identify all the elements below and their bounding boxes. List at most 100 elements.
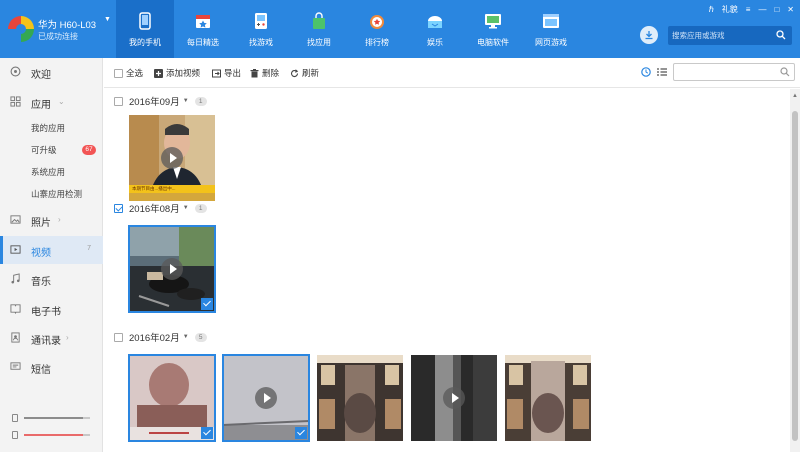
group-date[interactable]: 2016年08月: [129, 201, 180, 215]
sidebar-item-apps[interactable]: 应用 ⌄: [0, 88, 103, 116]
plus-icon: [154, 68, 163, 78]
list-view-icon[interactable]: [657, 67, 667, 77]
filter-box: [673, 63, 795, 81]
sidebar-item-sms[interactable]: 短信: [0, 353, 103, 381]
chevron-right-icon: ›: [66, 333, 69, 342]
sidebar: 欢迎 应用 ⌄ 我的应用 可升级 系统应用 山寨应用检测 67 照片 › 视频 …: [0, 58, 103, 452]
group-checkbox[interactable]: [114, 332, 123, 342]
sidebar-item-photos[interactable]: 照片 ›: [0, 206, 103, 234]
sidebar-item-welcome[interactable]: 欢迎: [0, 58, 103, 86]
chevron-down-icon: ⌄: [58, 97, 65, 106]
delete-button[interactable]: 删除: [250, 67, 279, 79]
sidebar-item-music[interactable]: 音乐: [0, 265, 103, 293]
trash-icon: [250, 68, 259, 77]
nav-my-phone[interactable]: 我的手机: [116, 0, 174, 58]
nav-pc-software[interactable]: 电脑软件: [464, 0, 522, 58]
group-date[interactable]: 2016年02月: [129, 330, 180, 344]
video-thumbnail[interactable]: [317, 355, 403, 441]
selected-check-icon[interactable]: [201, 298, 213, 310]
scrollbar[interactable]: ▲: [790, 89, 800, 452]
close-button[interactable]: ✕: [787, 5, 794, 14]
search-icon[interactable]: [776, 30, 786, 40]
nav-find-games[interactable]: 找游戏: [232, 0, 290, 58]
selected-check-icon[interactable]: [295, 427, 307, 439]
user-icon[interactable]: ℏ: [709, 5, 714, 14]
play-icon[interactable]: [255, 387, 277, 409]
sidebar-item-label: 照片: [31, 218, 51, 229]
video-icon: [10, 245, 21, 254]
nav-daily-picks[interactable]: 每日精选: [174, 0, 232, 58]
maximize-button[interactable]: □: [774, 5, 779, 14]
video-thumbnail[interactable]: 本期节目由...播出中...: [129, 115, 215, 201]
welcome-icon: [10, 66, 21, 77]
group-date[interactable]: 2016年09月: [129, 94, 180, 108]
menu-icon[interactable]: ≡: [746, 5, 751, 14]
device-info[interactable]: 华为 H60-L03 已成功连接 ▼: [8, 14, 116, 46]
user-label[interactable]: 礼貌: [722, 4, 738, 15]
sidebar-item-videos[interactable]: 视频 7: [0, 236, 103, 264]
thumb-caption: 本期节目由...播出中...: [132, 186, 176, 191]
select-all-checkbox[interactable]: [114, 68, 123, 78]
video-thumbnail[interactable]: [222, 354, 310, 442]
sidebar-item-contacts[interactable]: 通讯录 ›: [0, 324, 103, 352]
select-all-button[interactable]: 全选: [114, 67, 143, 79]
top-bar: 华为 H60-L03 已成功连接 ▼ 我的手机 每日精选 找游戏 找应用 排行榜…: [0, 0, 800, 58]
video-preview-image: [505, 355, 591, 441]
entertainment-icon: [428, 16, 442, 28]
play-icon[interactable]: [161, 258, 183, 280]
export-icon: [212, 69, 221, 77]
sidebar-subitem-system-apps[interactable]: 系统应用: [31, 166, 65, 178]
sidebar-item-label: 应用: [31, 100, 51, 111]
chevron-down-icon[interactable]: ▼: [104, 16, 111, 23]
refresh-button[interactable]: 刷新: [290, 67, 319, 79]
play-icon[interactable]: [443, 387, 465, 409]
nav-label: 找游戏: [249, 38, 273, 47]
sidebar-subitem-fake-app-check[interactable]: 山寨应用检测: [31, 188, 82, 200]
nav-web-games[interactable]: 网页游戏: [522, 0, 580, 58]
sidebar-item-label: 欢迎: [31, 70, 51, 81]
contacts-icon: [11, 332, 20, 343]
video-thumbnail[interactable]: [505, 355, 591, 441]
toolbar: 全选 添加视频 导出 删除 刷新: [104, 58, 800, 88]
nav-label: 我的手机: [129, 38, 161, 47]
nav-entertainment[interactable]: 娱乐: [406, 0, 464, 58]
group-count: 1: [194, 203, 207, 213]
refresh-icon: [290, 68, 299, 77]
caret-down-icon[interactable]: ▼: [183, 334, 189, 340]
photo-icon: [10, 215, 21, 224]
group-count: 1: [194, 96, 207, 106]
video-thumbnail[interactable]: [128, 354, 216, 442]
app-logo-icon: [8, 16, 34, 42]
sidebar-subitem-upgradable[interactable]: 可升级: [31, 144, 57, 156]
video-thumbnail[interactable]: [411, 355, 497, 441]
add-video-button[interactable]: 添加视频: [154, 67, 200, 79]
group-checkbox[interactable]: [114, 96, 123, 106]
phone-icon: [139, 12, 151, 30]
nav-find-apps[interactable]: 找应用: [290, 0, 348, 58]
caret-down-icon[interactable]: ▼: [183, 205, 189, 211]
search-icon[interactable]: [780, 67, 790, 77]
group-checkbox[interactable]: [114, 203, 123, 213]
download-manager-button[interactable]: [640, 26, 658, 44]
search-input[interactable]: [672, 28, 772, 43]
sidebar-item-ebooks[interactable]: 电子书: [0, 295, 103, 323]
play-icon[interactable]: [161, 147, 183, 169]
minimize-button[interactable]: —: [758, 5, 766, 14]
clock-view-icon[interactable]: [641, 67, 651, 77]
sidebar-subitem-my-apps[interactable]: 我的应用: [31, 122, 65, 134]
export-button[interactable]: 导出: [212, 67, 241, 79]
video-thumbnail[interactable]: [128, 225, 216, 313]
caret-down-icon[interactable]: ▼: [183, 98, 189, 104]
video-count: 7: [87, 245, 91, 252]
selected-check-icon[interactable]: [201, 427, 213, 439]
export-label: 导出: [224, 68, 242, 78]
add-video-label: 添加视频: [166, 68, 201, 78]
nav-rankings[interactable]: 排行榜: [348, 0, 406, 58]
window-controls: ℏ 礼貌 ≡ — □ ✕: [709, 4, 794, 15]
upgrade-count-badge: 67: [82, 145, 96, 155]
book-icon: [10, 304, 21, 314]
filter-input[interactable]: [678, 65, 776, 79]
chevron-right-icon: ›: [58, 215, 61, 224]
scrollbar-thumb[interactable]: [792, 111, 798, 441]
scroll-up-icon[interactable]: ▲: [792, 93, 798, 99]
